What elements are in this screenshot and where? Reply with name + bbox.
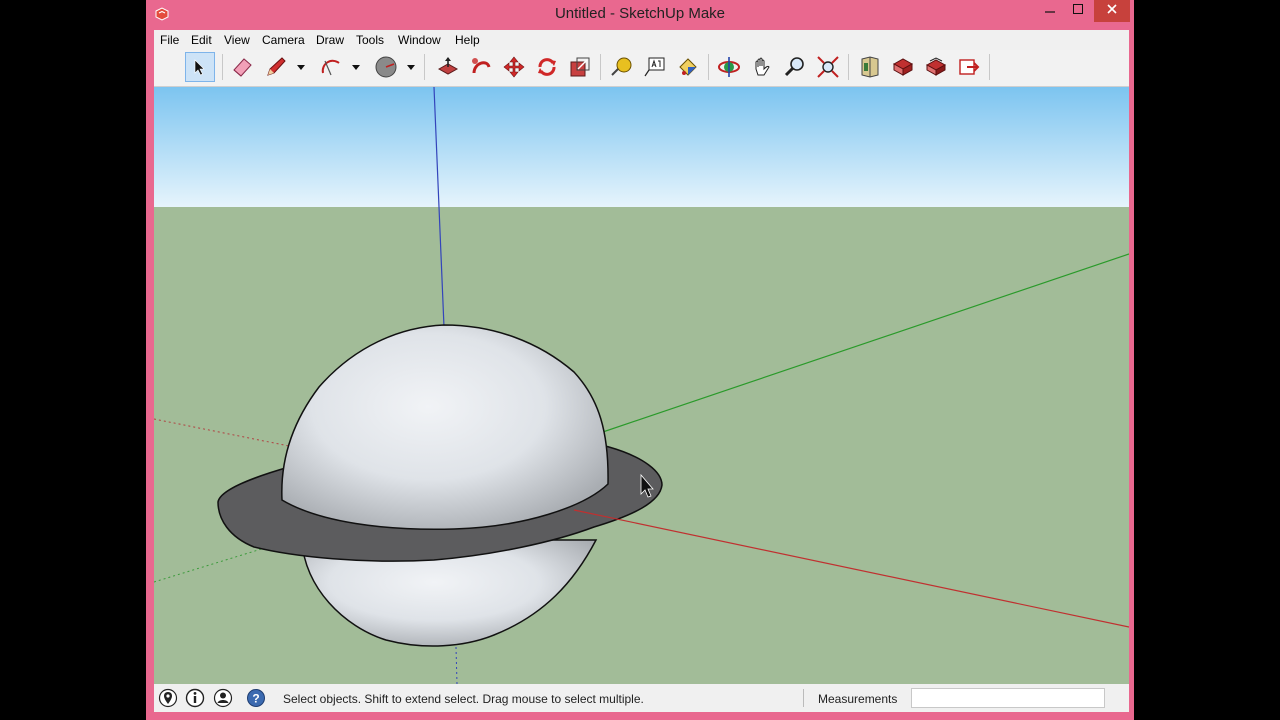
text-tool-button[interactable]: [640, 52, 670, 82]
menu-tools[interactable]: Tools: [356, 33, 384, 47]
main-toolbar: [154, 50, 1129, 87]
maximize-button[interactable]: [1064, 0, 1092, 22]
text-icon: [644, 57, 665, 77]
line-tool-dropdown[interactable]: [296, 62, 306, 72]
menu-window[interactable]: Window: [398, 33, 441, 47]
push-pull-tool-button[interactable]: [433, 52, 463, 82]
pencil-icon: [267, 57, 286, 76]
menu-bar: File Edit View Camera Draw Tools Window …: [154, 30, 1129, 50]
client-area: File Edit View Camera Draw Tools Window …: [154, 30, 1129, 712]
menu-file[interactable]: File: [160, 33, 179, 47]
close-button[interactable]: [1094, 0, 1130, 22]
menu-edit[interactable]: Edit: [191, 33, 212, 47]
toolbar-separator: [848, 54, 849, 80]
toolbar-separator: [989, 54, 990, 80]
sky: [154, 87, 1129, 207]
pan-icon: [755, 57, 770, 76]
shape-tool-button[interactable]: [371, 52, 401, 82]
minimize-icon: [1045, 11, 1055, 13]
model-viewport[interactable]: [154, 87, 1129, 684]
help-icon[interactable]: ?: [246, 688, 266, 708]
send-to-layout-button[interactable]: [954, 52, 984, 82]
status-message: Select objects. Shift to extend select. …: [283, 692, 644, 706]
select-icon: [194, 59, 205, 76]
minimize-button[interactable]: [1036, 0, 1064, 22]
title-bar: Untitled - SketchUp Make: [146, 0, 1134, 30]
3d-warehouse-icon: [861, 56, 879, 78]
menu-view[interactable]: View: [224, 33, 250, 47]
paint-bucket-icon: [679, 58, 697, 76]
measurements-input[interactable]: [911, 688, 1105, 708]
select-tool-button[interactable]: [185, 52, 215, 82]
push-pull-icon: [437, 57, 459, 75]
menu-draw[interactable]: Draw: [316, 33, 344, 47]
follow-me-tool-button[interactable]: [466, 52, 496, 82]
share-model-button[interactable]: [888, 52, 918, 82]
status-bar: ? Select objects. Shift to extend select…: [154, 684, 1129, 712]
close-icon: [1107, 4, 1117, 14]
move-icon: [503, 56, 525, 78]
menu-camera[interactable]: Camera: [262, 33, 305, 47]
status-divider: [803, 689, 804, 707]
3d-warehouse-button[interactable]: [855, 52, 885, 82]
arc-icon: [321, 59, 340, 76]
toolbar-separator: [222, 54, 223, 80]
desktop-background: [1134, 0, 1280, 720]
line-tool-button[interactable]: [261, 52, 291, 82]
window-title: Untitled - SketchUp Make: [554, 5, 726, 22]
pan-tool-button[interactable]: [747, 52, 777, 82]
tape-measure-tool-button[interactable]: [607, 52, 637, 82]
svg-text:?: ?: [252, 692, 259, 706]
model-scene[interactable]: [154, 87, 1129, 684]
menu-help[interactable]: Help: [455, 33, 480, 47]
zoom-tool-button[interactable]: [780, 52, 810, 82]
send-to-layout-icon: [959, 59, 980, 75]
scale-icon: [570, 57, 590, 77]
toolbar-separator: [600, 54, 601, 80]
eraser-tool-button[interactable]: [227, 52, 257, 82]
toolbar-separator: [708, 54, 709, 80]
geolocation-icon[interactable]: [158, 688, 178, 708]
app-window: Untitled - SketchUp Make File Edit View …: [146, 0, 1134, 720]
zoom-icon: [784, 57, 804, 77]
follow-me-icon: [472, 58, 491, 74]
rotate-icon: [538, 58, 556, 76]
orbit-icon: [718, 57, 740, 77]
shape-tool-dropdown[interactable]: [406, 62, 416, 72]
tape-measure-icon: [611, 57, 632, 76]
zoom-extents-icon: [817, 56, 839, 78]
model-info-icon[interactable]: [185, 688, 205, 708]
share-model-icon: [892, 58, 914, 76]
user-account-icon[interactable]: [213, 688, 233, 708]
circle-icon: [375, 56, 397, 78]
arc-tool-button[interactable]: [316, 52, 346, 82]
measurements-label: Measurements: [818, 692, 898, 706]
scale-tool-button[interactable]: [565, 52, 595, 82]
move-tool-button[interactable]: [499, 52, 529, 82]
arc-tool-dropdown[interactable]: [351, 62, 361, 72]
rotate-tool-button[interactable]: [532, 52, 562, 82]
extension-warehouse-icon: [925, 57, 947, 76]
orbit-tool-button[interactable]: [714, 52, 744, 82]
eraser-icon: [233, 58, 252, 77]
maximize-icon: [1073, 4, 1083, 14]
extension-warehouse-button[interactable]: [921, 52, 951, 82]
zoom-extents-tool-button[interactable]: [813, 52, 843, 82]
toolbar-separator: [424, 54, 425, 80]
paint-bucket-tool-button[interactable]: [673, 52, 703, 82]
